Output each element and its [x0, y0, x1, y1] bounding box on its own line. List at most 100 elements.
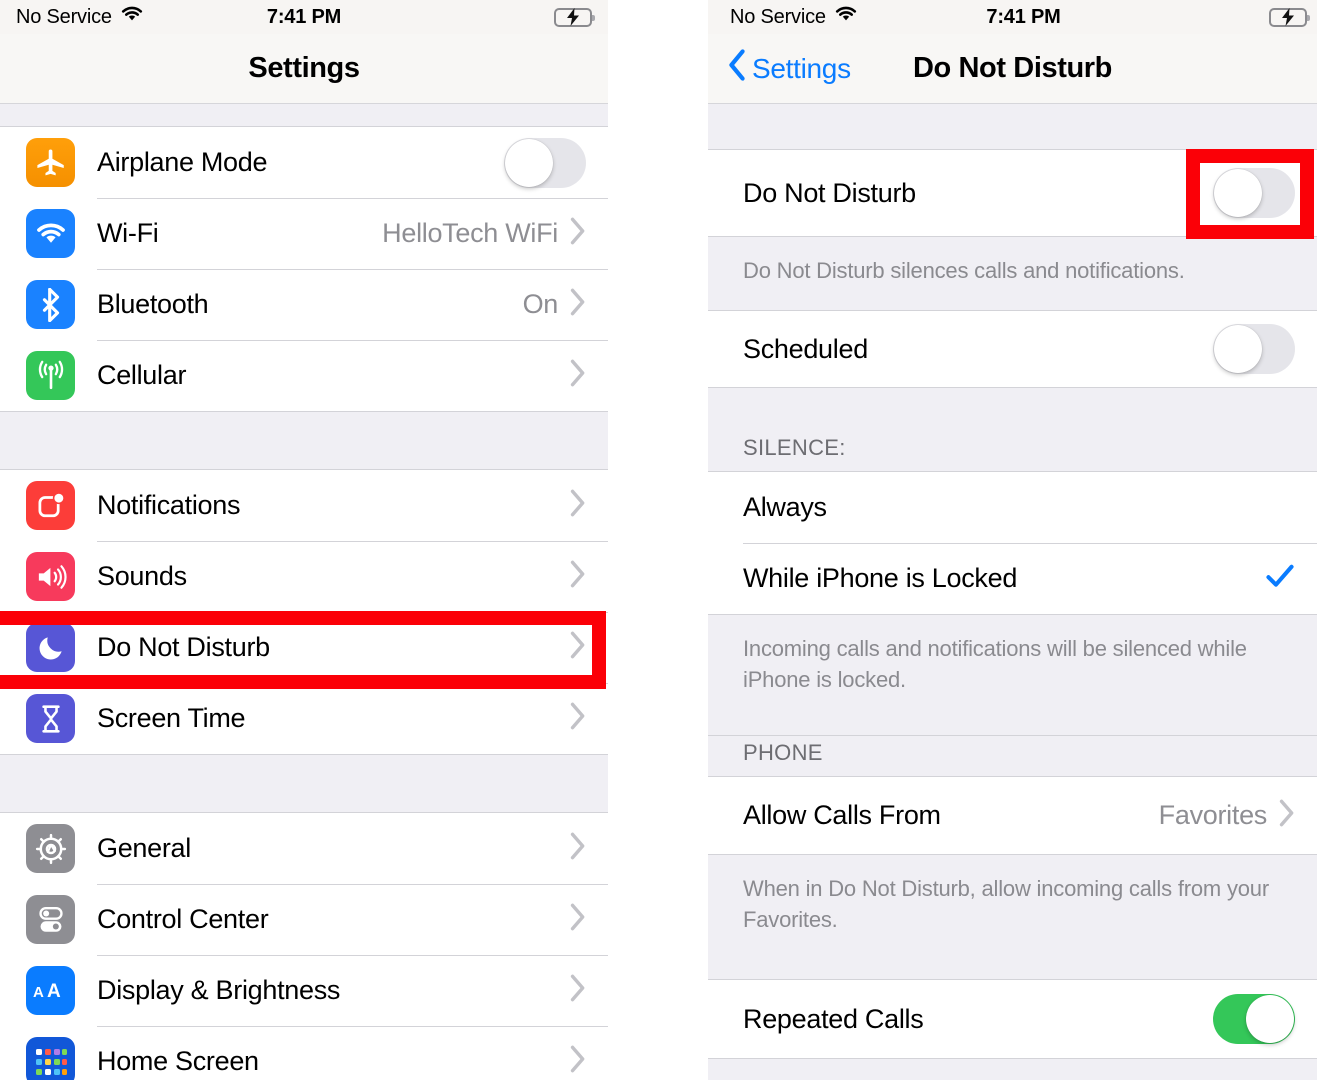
- silence-header-spacer: [708, 387, 1317, 435]
- sidebar-item-label: Wi-Fi: [97, 218, 159, 248]
- allow-calls-from-value: Favorites: [1158, 800, 1268, 830]
- cellular-icon: [26, 351, 75, 400]
- sidebar-item-label: Home Screen: [97, 1046, 259, 1076]
- sidebar-item-label: Do Not Disturb: [97, 632, 270, 662]
- back-button-label: Settings: [752, 52, 851, 84]
- svg-text:A: A: [47, 981, 61, 1002]
- panel-divider: [608, 0, 708, 1080]
- scheduled-group: Scheduled: [708, 311, 1317, 387]
- chevron-right-icon: [570, 903, 586, 936]
- wifi-icon: [834, 5, 858, 29]
- chevron-left-icon: [728, 49, 746, 88]
- battery-charging-icon: [554, 7, 595, 27]
- sidebar-item-home-screen[interactable]: Home Screen: [0, 1026, 608, 1080]
- sidebar-item-cellular[interactable]: Cellular: [0, 340, 608, 411]
- silence-section-header: SILENCE:: [708, 435, 1317, 472]
- airplane-icon: [26, 138, 75, 187]
- repeated-calls-footer-text: A second call from the same person withi…: [708, 1058, 1317, 1080]
- repeated-calls-toggle[interactable]: [1213, 994, 1295, 1044]
- sidebar-item-screen-time[interactable]: Screen Time: [0, 683, 608, 754]
- do-not-disturb-toggle[interactable]: [1213, 168, 1295, 218]
- chevron-right-icon: [1279, 799, 1295, 832]
- bluetooth-icon: [26, 280, 75, 329]
- repeated-calls-group: Repeated Calls: [708, 980, 1317, 1058]
- list-top-spacer: [708, 104, 1317, 150]
- checkmark-icon: [1265, 563, 1295, 594]
- chevron-right-icon: [570, 1045, 586, 1078]
- settings-screen: No Service 7:41 PM Settings Airplane Mod…: [0, 0, 608, 1080]
- sidebar-item-wifi[interactable]: Wi-Fi HelloTech WiFi: [0, 198, 608, 269]
- screen-time-icon: [26, 694, 75, 743]
- notifications-icon: [26, 481, 75, 530]
- status-bar-left-cluster: No Service: [16, 5, 144, 29]
- wifi-icon: [26, 209, 75, 258]
- airplane-mode-toggle[interactable]: [504, 137, 586, 188]
- sidebar-item-bluetooth[interactable]: Bluetooth On: [0, 269, 608, 340]
- dnd-nav-bar: Settings Do Not Disturb: [708, 34, 1317, 104]
- silence-option-while-locked[interactable]: While iPhone is Locked: [708, 543, 1317, 614]
- allow-calls-footer-text: When in Do Not Disturb, allow incoming c…: [708, 854, 1317, 980]
- group-separator-1: [0, 411, 608, 470]
- sidebar-item-general[interactable]: General: [0, 813, 608, 884]
- allow-calls-from-row[interactable]: Allow Calls From Favorites: [708, 777, 1317, 854]
- sidebar-item-label: Bluetooth: [97, 289, 209, 319]
- sidebar-item-notifications[interactable]: Notifications: [0, 470, 608, 541]
- dnd-toggle-group: Do Not Disturb: [708, 150, 1317, 236]
- chevron-right-icon: [570, 359, 586, 392]
- carrier-label: No Service: [730, 5, 826, 28]
- sidebar-item-label: Airplane Mode: [97, 147, 268, 177]
- dual-screenshot-composite: No Service 7:41 PM Settings Airplane Mod…: [0, 0, 1317, 1080]
- settings-nav-bar: Settings: [0, 34, 608, 104]
- allow-calls-from-label: Allow Calls From: [743, 800, 941, 830]
- repeated-calls-label: Repeated Calls: [743, 1003, 924, 1034]
- dnd-footer-text: Do Not Disturb silences calls and notifi…: [708, 236, 1317, 311]
- do-not-disturb-icon: [26, 623, 75, 672]
- allow-calls-group: Allow Calls From Favorites: [708, 777, 1317, 854]
- battery-charging-icon: [1269, 7, 1310, 27]
- lightning-bolt-icon: [567, 8, 579, 26]
- silence-option-label: While iPhone is Locked: [743, 563, 1018, 593]
- sidebar-item-label: Control Center: [97, 904, 269, 934]
- settings-group-notifications: Notifications Sounds Do Not Disturb Scre…: [0, 470, 608, 754]
- status-bar-right-cluster: [554, 7, 595, 27]
- chevron-right-icon: [570, 974, 586, 1007]
- do-not-disturb-row[interactable]: Do Not Disturb: [708, 150, 1317, 236]
- scheduled-row[interactable]: Scheduled: [708, 311, 1317, 387]
- bluetooth-status-value: On: [522, 289, 559, 319]
- chevron-right-icon: [570, 489, 586, 522]
- list-top-spacer: [0, 104, 608, 127]
- silence-option-label: Always: [743, 492, 827, 522]
- sidebar-item-label: Screen Time: [97, 703, 246, 733]
- scheduled-toggle[interactable]: [1213, 324, 1295, 374]
- settings-group-system: General Control Center A A Display & Bri…: [0, 813, 608, 1080]
- repeated-calls-row[interactable]: Repeated Calls: [708, 980, 1317, 1058]
- status-bar-left-cluster: No Service: [730, 5, 858, 29]
- do-not-disturb-label: Do Not Disturb: [743, 177, 916, 208]
- sidebar-item-airplane-mode[interactable]: Airplane Mode: [0, 127, 608, 198]
- svg-text:A: A: [33, 984, 44, 1001]
- chevron-right-icon: [570, 288, 586, 321]
- status-bar-right: No Service 7:41 PM: [708, 0, 1317, 34]
- wifi-icon: [120, 5, 144, 29]
- home-screen-icon: [26, 1037, 75, 1080]
- chevron-right-icon: [570, 560, 586, 593]
- sidebar-item-label: Display & Brightness: [97, 975, 341, 1005]
- sidebar-item-label: Cellular: [97, 360, 187, 390]
- display-brightness-icon: A A: [26, 966, 75, 1015]
- phone-section-header: PHONE: [708, 736, 1317, 777]
- sounds-icon: [26, 552, 75, 601]
- silence-options-group: Always While iPhone is Locked: [708, 472, 1317, 614]
- sidebar-item-control-center[interactable]: Control Center: [0, 884, 608, 955]
- lightning-bolt-icon: [1282, 8, 1294, 26]
- scheduled-label: Scheduled: [743, 333, 868, 364]
- back-button[interactable]: Settings: [708, 49, 851, 88]
- silence-option-always[interactable]: Always: [708, 472, 1317, 543]
- chevron-right-icon: [570, 217, 586, 250]
- sidebar-item-sounds[interactable]: Sounds: [0, 541, 608, 612]
- group-separator-2: [0, 754, 608, 813]
- sidebar-item-label: Notifications: [97, 490, 241, 520]
- sidebar-item-do-not-disturb[interactable]: Do Not Disturb: [0, 612, 608, 683]
- status-bar-right-cluster: [1269, 7, 1310, 27]
- general-gear-icon: [26, 824, 75, 873]
- sidebar-item-display-brightness[interactable]: A A Display & Brightness: [0, 955, 608, 1026]
